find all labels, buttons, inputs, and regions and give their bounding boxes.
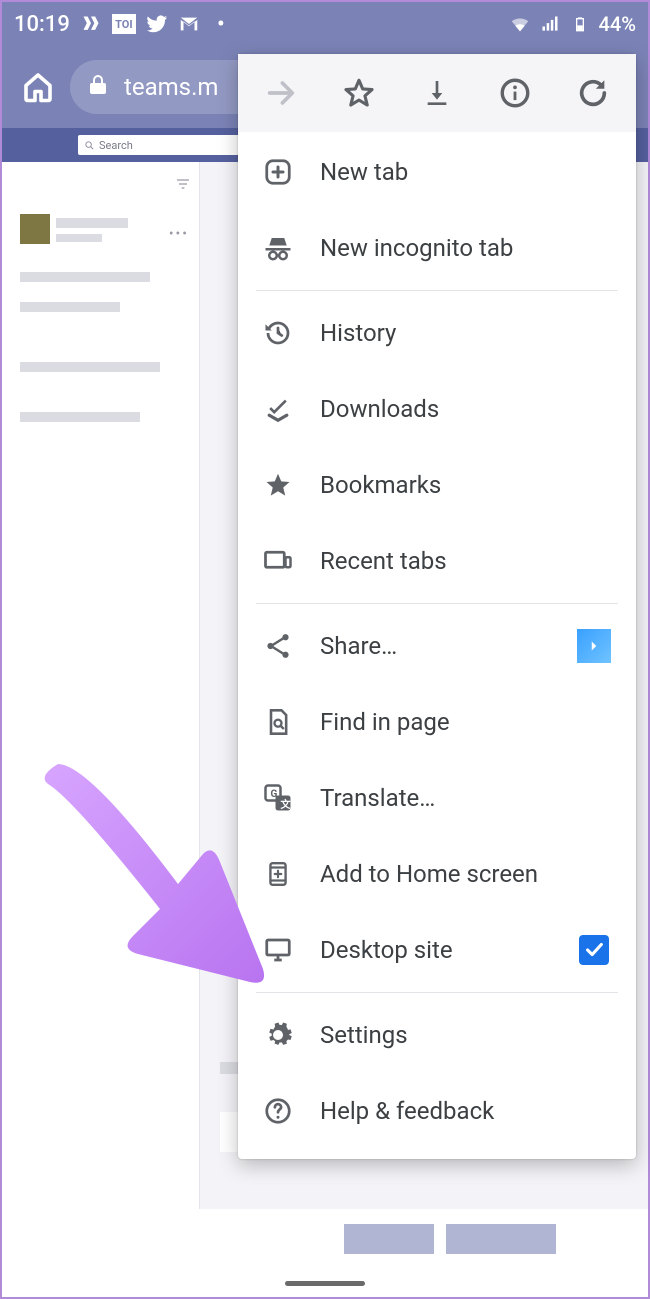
page-info-button[interactable]: [486, 64, 544, 122]
translate-icon: G文: [262, 782, 294, 814]
more-icon[interactable]: •••: [169, 226, 189, 242]
list-item: [56, 234, 102, 242]
menu-share[interactable]: Share…: [238, 608, 636, 684]
list-item: [20, 362, 160, 372]
history-icon: [262, 317, 294, 349]
battery-icon: [569, 13, 591, 35]
status-time: 10:19: [14, 12, 70, 37]
list-item: [20, 412, 140, 422]
notif-more-icon: •: [210, 13, 232, 35]
menu-item-label: Translate…: [320, 784, 612, 812]
incognito-icon: [262, 232, 294, 264]
help-icon: [262, 1095, 294, 1127]
search-placeholder: Search: [99, 139, 133, 152]
find-in-page-icon: [262, 706, 294, 738]
android-status-bar: 10:19 TOI • 44%: [2, 2, 648, 46]
home-button[interactable]: [16, 65, 60, 109]
signal-icon: [539, 13, 561, 35]
menu-item-label: Desktop site: [320, 936, 550, 964]
lock-icon: [86, 73, 114, 101]
notif-gmail-icon: [178, 13, 200, 35]
menu-add-to-home[interactable]: Add to Home screen: [238, 836, 636, 912]
user-avatar: [20, 214, 50, 244]
add-to-home-icon: [262, 858, 294, 890]
download-button[interactable]: [408, 64, 466, 122]
bottom-app-bar: [2, 1209, 648, 1269]
bookmark-button[interactable]: [330, 64, 388, 122]
menu-settings[interactable]: Settings: [238, 997, 636, 1073]
menu-desktop-site[interactable]: Desktop site: [238, 912, 636, 988]
menu-find-in-page[interactable]: Find in page: [238, 684, 636, 760]
downloads-icon: [262, 393, 294, 425]
menu-history[interactable]: History: [238, 295, 636, 371]
reload-button[interactable]: [564, 64, 622, 122]
share-icon: [262, 630, 294, 662]
recent-tabs-icon: [262, 545, 294, 577]
menu-translate[interactable]: G文 Translate…: [238, 760, 636, 836]
menu-toolbar: [238, 54, 636, 132]
bookmarks-icon: [262, 469, 294, 501]
menu-new-tab[interactable]: New tab: [238, 134, 636, 210]
menu-item-label: Find in page: [320, 708, 612, 736]
chrome-overflow-menu: New tab New incognito tab History Downlo…: [238, 54, 636, 1159]
menu-item-label: New tab: [320, 158, 612, 186]
notif-app-icon: [80, 13, 102, 35]
menu-item-label: Share…: [320, 632, 550, 660]
list-item: [20, 302, 120, 312]
svg-text:文: 文: [281, 798, 292, 811]
nav-handle[interactable]: [285, 1281, 365, 1286]
menu-item-label: Recent tabs: [320, 547, 612, 575]
menu-bookmarks[interactable]: Bookmarks: [238, 447, 636, 523]
battery-percent: 44%: [599, 12, 636, 36]
android-nav-bar: [2, 1269, 648, 1297]
menu-item-label: Help & feedback: [320, 1097, 612, 1125]
menu-downloads[interactable]: Downloads: [238, 371, 636, 447]
new-tab-icon: [262, 156, 294, 188]
search-icon: [84, 140, 95, 151]
settings-icon: [262, 1019, 294, 1051]
desktop-site-checkbox[interactable]: [576, 932, 612, 968]
teams-sidebar: •••: [2, 162, 200, 1297]
forward-button[interactable]: [252, 64, 310, 122]
menu-item-label: Bookmarks: [320, 471, 612, 499]
svg-text:G: G: [271, 789, 278, 800]
menu-item-label: Downloads: [320, 395, 612, 423]
list-item: [20, 272, 150, 282]
menu-item-label: History: [320, 319, 612, 347]
notif-twitter-icon: [146, 13, 168, 35]
menu-item-label: New incognito tab: [320, 234, 612, 262]
menu-item-label: Settings: [320, 1021, 612, 1049]
list-item: [56, 218, 128, 228]
filter-icon[interactable]: [175, 176, 193, 194]
menu-help-feedback[interactable]: Help & feedback: [238, 1073, 636, 1149]
menu-recent-tabs[interactable]: Recent tabs: [238, 523, 636, 599]
wifi-icon: [509, 13, 531, 35]
desktop-icon: [262, 934, 294, 966]
menu-item-label: Add to Home screen: [320, 860, 612, 888]
url-text: teams.m: [124, 73, 218, 101]
notif-toi-icon: TOI: [112, 14, 136, 34]
menu-new-incognito[interactable]: New incognito tab: [238, 210, 636, 286]
share-app-icon: [576, 628, 612, 664]
